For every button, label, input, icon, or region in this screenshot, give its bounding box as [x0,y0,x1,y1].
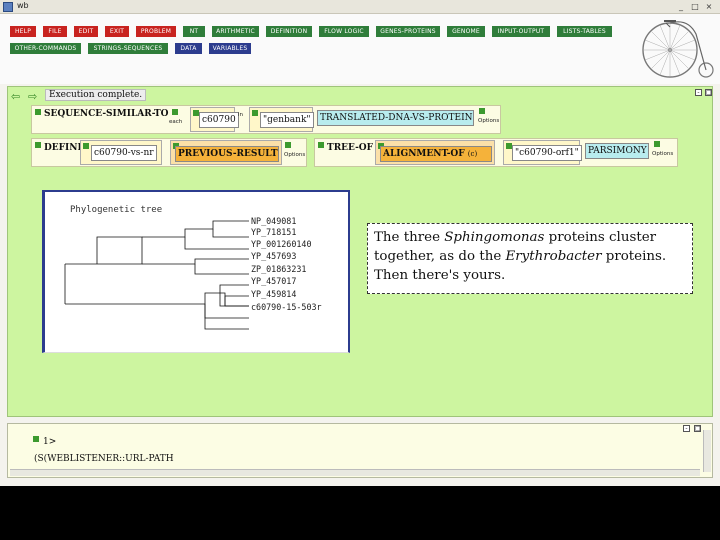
menu-genes-proteins-button[interactable]: GENES-PROTEINS [376,26,440,37]
flag-icon[interactable] [654,141,660,147]
alignment-of-keyword[interactable]: ALIGNMENT-OF (c) [380,146,492,162]
flag-icon[interactable] [35,142,41,148]
annotation-note: The three Sphingomonas proteins cluster … [367,223,693,294]
menu-variables-button[interactable]: VARIABLES [209,43,251,54]
minimize-icon[interactable]: - [683,425,690,432]
arrow-left-icon[interactable]: ⇦ [11,90,20,103]
tree-leaf: YP_459814 [251,289,297,299]
alignment-of-box[interactable]: ALIGNMENT-OF (c) [375,140,495,165]
menu-help-button[interactable]: HELP [10,26,36,37]
tree-of-keyword[interactable]: TREE-OF [327,143,373,153]
flag-icon[interactable] [172,109,178,115]
arrow-right-icon[interactable]: ⇨ [28,90,37,103]
menu-input-output-button[interactable]: INPUT-OUTPUT [492,26,550,37]
menu-strings-sequences-button[interactable]: STRINGS-SEQUENCES [88,43,168,54]
menu-file-button[interactable]: FILE [43,26,67,37]
vertical-scrollbar[interactable] [703,430,711,472]
tree-leaf: YP_457017 [251,276,297,286]
note-italic: Sphingomonas [444,230,545,245]
menu-data-button[interactable]: DATA [175,43,202,54]
status-message: Execution complete. [45,89,147,101]
translated-dna-vs-protein-option[interactable]: TRANSLATED-DNA-VS-PROTEIN [317,110,474,126]
slot-box[interactable]: "c60790-orf1" [503,140,582,165]
slot-box[interactable]: c60790-vs-nr [80,140,162,165]
minimize-icon[interactable]: _ [676,2,686,12]
slot-box[interactable]: "genbank" [249,107,314,132]
bicycle-logo [642,20,714,78]
sequence-similar-to-box[interactable]: SEQUENCE-SIMILAR-TO each c60790 in "genb… [31,105,501,134]
tree-of-box[interactable]: TREE-OF ALIGNMENT-OF (c) "c60790-orf1" P… [314,138,678,167]
close-icon[interactable]: × [704,2,714,12]
app-window: wb _ □ × HELP FILE EDIT EXIT PROBLEM NT … [0,0,720,486]
minimize-icon[interactable]: - [695,89,702,96]
menu-exit-button[interactable]: EXIT [105,26,129,37]
console-input[interactable]: (S(WEBLISTENER::URL-PATH [34,454,174,464]
slot-box[interactable]: c60790 [190,107,239,132]
menu-bar: HELP FILE EDIT EXIT PROBLEM NT ARITHMETI… [0,14,720,84]
maximize-icon[interactable]: □ [690,2,700,12]
horizontal-scrollbar[interactable] [10,469,700,476]
previous-result-keyword[interactable]: PREVIOUS-RESULT [175,146,279,162]
menu-flow-logic-button[interactable]: FLOW LOGIC [319,26,369,37]
menu-nt-button[interactable]: NT [183,26,205,37]
options-label[interactable]: Options [284,152,305,158]
flag-icon[interactable] [33,436,39,442]
maximize-icon[interactable]: □ [694,425,701,432]
alignment-of-label: ALIGNMENT-OF [383,149,465,159]
menu-edit-button[interactable]: EDIT [74,26,98,37]
options-label[interactable]: Options [478,118,499,124]
define-keyword[interactable]: DEFINE [44,143,84,153]
workspace-canvas[interactable]: ⇦ ⇨ Execution complete. - □ SEQUENCE-SIM… [7,86,713,417]
console-panel[interactable]: 1> (S(WEBLISTENER::URL-PATH - □ [7,423,713,478]
parsimony-option[interactable]: PARSIMONY [585,143,649,159]
maximize-icon[interactable]: □ [705,89,712,96]
window-title: wb [17,1,29,10]
variable-name-field[interactable]: c60790-vs-nr [91,145,157,161]
define-box[interactable]: DEFINE c60790-vs-nr PREVIOUS-RESULT Opti… [31,138,307,167]
sequence-field[interactable]: c60790 [199,112,239,128]
tree-leaf: YP_718151 [251,227,297,237]
options-label[interactable]: Options [652,151,673,157]
title-bar: wb _ □ × [0,0,720,14]
flag-icon[interactable] [318,142,324,148]
tree-leaf: YP_457693 [251,251,297,261]
each-label: each [169,119,183,125]
sequence-name-field[interactable]: "c60790-orf1" [512,145,582,161]
tree-leaf: c60790-15-503r [251,302,322,312]
menu-lists-tables-button[interactable]: LISTS-TABLES [557,26,612,37]
in-label: in [238,112,244,118]
sequence-similar-to-keyword[interactable]: SEQUENCE-SIMILAR-TO [44,109,169,119]
previous-result-box[interactable]: PREVIOUS-RESULT [170,140,282,165]
console-prompt: 1> [43,437,57,447]
menu-problem-button[interactable]: PROBLEM [136,26,176,37]
tree-leaf: ZP_01863231 [251,264,307,274]
note-italic: Erythrobacter [505,249,602,264]
flag-icon[interactable] [252,110,258,116]
menu-definition-button[interactable]: DEFINITION [266,26,312,37]
app-icon [3,2,13,12]
flag-icon[interactable] [83,143,89,149]
flag-icon[interactable] [285,142,291,148]
note-text: The three [374,230,445,245]
flag-icon[interactable] [35,109,41,115]
tree-leaf: YP_001260140 [251,239,312,249]
menu-arithmetic-button[interactable]: ARITHMETIC [212,26,259,37]
paren-label: (c) [467,150,478,158]
tree-diagram [64,220,249,330]
menu-genome-button[interactable]: GENOME [447,26,485,37]
tree-leaf: NP_049081 [251,216,297,226]
menu-other-commands-button[interactable]: OTHER-COMMANDS [10,43,81,54]
phylogenetic-tree-panel: Phylogenetic tree NP_049081 YP_718151 YP… [42,190,350,353]
flag-icon[interactable] [479,108,485,114]
database-field[interactable]: "genbank" [260,112,314,128]
